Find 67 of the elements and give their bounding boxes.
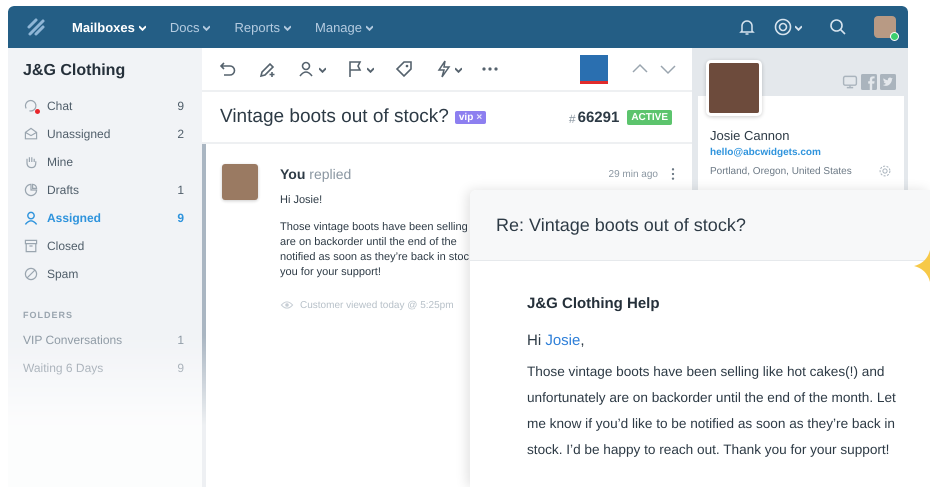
sidebar-item[interactable]: Assigned 9: [23, 204, 184, 232]
twitter-icon: [880, 74, 896, 90]
chevron-down-icon: [319, 66, 326, 72]
sidebar-item[interactable]: Chat 9: [23, 92, 184, 120]
message-text: Hi Josie!: [280, 194, 324, 206]
kebab-menu-icon[interactable]: [670, 167, 676, 181]
hash-sign: #: [568, 112, 576, 126]
nav-menu[interactable]: Reports: [228, 16, 298, 38]
message-line: Those vintage boots have been selling: [280, 220, 468, 235]
sidebar-item[interactable]: Spam: [23, 260, 184, 288]
timestamp: 29 min ago: [608, 168, 658, 180]
toolbar-button[interactable]: [482, 67, 498, 71]
person-icon: [23, 210, 39, 226]
greeting-text: ,: [580, 332, 585, 349]
sidebar-item[interactable]: Drafts 1: [23, 176, 184, 204]
archive-box-icon: [23, 238, 39, 254]
section-heading: FOLDERS: [23, 310, 74, 320]
email-sender: J&G Clothing Help: [527, 295, 660, 312]
viewed-status: Customer viewed today @ 5:25pm: [300, 300, 454, 310]
conversation-subject: Vintage boots out of stock?: [220, 106, 449, 128]
chat-bubble-icon: [23, 98, 39, 114]
search-icon[interactable]: [828, 17, 848, 37]
tag-icon: [394, 59, 414, 79]
more-icon: [482, 67, 498, 71]
monitor-icon: [842, 74, 858, 90]
customer-location: Portland, Oregon, United States: [710, 166, 853, 176]
status-badge: ACTIVE: [627, 110, 672, 124]
chevron-down-icon: [203, 24, 210, 30]
toolbar-button[interactable]: [346, 59, 374, 79]
customer-name: Josie Cannon: [710, 128, 790, 143]
toolbar-button[interactable]: [394, 59, 414, 79]
nav-menu[interactable]: Mailboxes: [66, 16, 152, 38]
sidebar-item[interactable]: Unassigned 2: [23, 120, 184, 148]
greeting-text: Hi: [527, 332, 542, 349]
message-line: are on backorder until the end of the: [280, 235, 457, 250]
facebook-icon: [861, 74, 877, 90]
chevron-down-icon: [138, 24, 146, 30]
reply-author: You replied: [280, 166, 352, 182]
folder-item[interactable]: VIP Conversations 1: [23, 326, 184, 354]
sidebar-item[interactable]: Mine: [23, 148, 184, 176]
chevron-down-icon: [795, 24, 802, 30]
message-line: you for your support!: [280, 265, 381, 280]
toolbar-button[interactable]: [298, 59, 326, 79]
name-link[interactable]: Josie: [545, 332, 580, 349]
chevron-down-icon: [284, 24, 292, 30]
chevron-down-icon: [367, 66, 374, 72]
nav-menu[interactable]: Docs: [164, 16, 216, 38]
mailbox-title: J&G Clothing: [23, 62, 126, 80]
lifebuoy-icon: [773, 17, 793, 37]
email-link[interactable]: hello@abcwidgets.com: [710, 147, 892, 158]
envelope-icon: [23, 126, 39, 142]
help-menu[interactable]: [773, 17, 802, 37]
message-line: notified as soon as they’re back in stoc: [280, 250, 469, 265]
tag-chip[interactable]: vip ×: [454, 110, 486, 124]
prohibited-icon: [23, 266, 39, 282]
email-subject: Re: Vintage boots out of stock?: [496, 214, 746, 236]
nav-menu[interactable]: Manage: [309, 16, 379, 38]
chevron-down-icon: [366, 24, 373, 30]
conversation-number: 66291: [578, 108, 620, 126]
pie-chart-icon: [23, 182, 39, 198]
logo-icon: [26, 17, 46, 37]
sidebar-item[interactable]: Closed: [23, 232, 184, 260]
user-avatar[interactable]: [874, 16, 896, 38]
author-avatar: [222, 164, 258, 200]
decorative-shape: [914, 250, 930, 282]
email-body: Those vintage boots have been selling like hot cakes(!) and unfortunately are on backorder until the end of the month. Let me know if you’d like to be notified as soon as they’re back in stock. I’d be happy to reach out. Thank you for your support!: [527, 363, 897, 459]
chevron-down-icon: [455, 66, 462, 72]
